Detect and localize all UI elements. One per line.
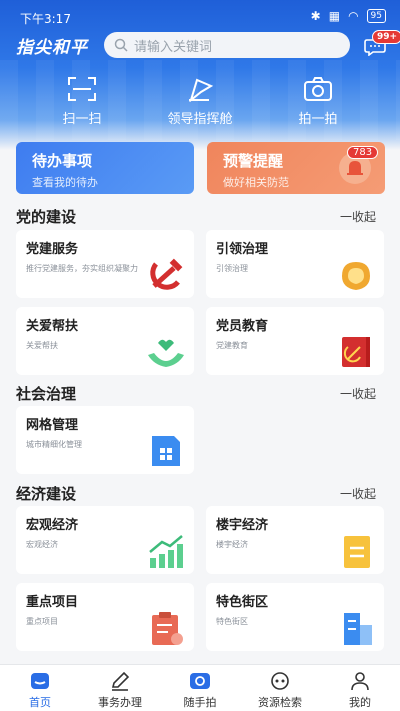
scan-icon xyxy=(68,77,96,101)
tile-title: 引领治理 xyxy=(216,242,269,257)
flag-icon xyxy=(189,78,214,102)
building-icon xyxy=(344,613,372,645)
search-input[interactable]: 请输入关键词 xyxy=(104,32,350,58)
collapse-party-button[interactable]: 一收起 xyxy=(340,208,376,225)
growth-chart-icon xyxy=(149,535,183,568)
user-icon xyxy=(351,672,369,691)
top-bar: 指尖和平 请输入关键词 99+ xyxy=(0,30,400,60)
status-bar: 下午3:17 ✱ ▦ ◠ 95 xyxy=(0,0,400,34)
tile-lead-governance[interactable]: 引领治理 引领治理 xyxy=(206,230,384,298)
collapse-social-button[interactable]: 一收起 xyxy=(340,385,376,402)
document-icon xyxy=(344,536,370,568)
tab-affairs[interactable]: 事务办理 xyxy=(80,671,160,710)
signal-icon: ▦ xyxy=(328,9,341,23)
tab-resource-search[interactable]: 资源检索 xyxy=(240,671,320,710)
tile-member-education[interactable]: 党员教育 党建教育 xyxy=(206,307,384,375)
quick-photo-label: 拍一拍 xyxy=(298,112,338,127)
wifi-icon: ◠ xyxy=(348,9,359,23)
party-book-icon xyxy=(342,337,370,367)
tile-grid-management[interactable]: 网格管理 城市精细化管理 xyxy=(16,406,194,474)
tab-resource-search-label: 资源检索 xyxy=(258,696,302,709)
search-eye-icon xyxy=(271,672,289,690)
todo-title: 待办事项 xyxy=(32,152,93,170)
tile-title: 党建服务 xyxy=(26,242,79,257)
tile-title: 重点项目 xyxy=(26,595,79,610)
tile-title: 特色街区 xyxy=(216,595,269,610)
tile-building-economy[interactable]: 楼宇经济 楼宇经济 xyxy=(206,506,384,574)
message-badge: 99+ xyxy=(372,30,400,44)
warning-badge: 783 xyxy=(347,146,379,159)
tile-care-support[interactable]: 关爱帮扶 关爱帮扶 xyxy=(16,307,194,375)
tab-profile-label: 我的 xyxy=(349,696,371,709)
pen-icon xyxy=(111,671,130,691)
tile-macro-economy[interactable]: 宏观经济 宏观经济 xyxy=(16,506,194,574)
grid-doc-icon xyxy=(152,436,180,466)
tab-home[interactable]: 首页 xyxy=(0,671,80,710)
helmet-icon xyxy=(342,262,370,290)
quick-command[interactable]: 领导指挥舱 xyxy=(145,76,255,127)
todo-subtitle: 查看我的待办 xyxy=(32,176,98,189)
hands-heart-icon xyxy=(148,339,184,367)
quick-photo[interactable]: 拍一拍 xyxy=(263,76,373,127)
tile-title: 宏观经济 xyxy=(26,518,79,533)
app-logo: 指尖和平 xyxy=(16,38,88,58)
search-icon xyxy=(114,38,128,52)
section-title-economy: 经济建设 xyxy=(16,485,77,503)
clipboard-icon xyxy=(152,612,183,645)
tile-title: 网格管理 xyxy=(26,418,79,433)
tab-snapshot[interactable]: 随手拍 xyxy=(160,671,240,710)
section-title-social: 社会治理 xyxy=(16,385,77,403)
tab-affairs-label: 事务办理 xyxy=(98,696,142,709)
quick-scan-label: 扫一扫 xyxy=(62,112,102,127)
quick-scan[interactable]: 扫一扫 xyxy=(27,76,137,127)
tile-key-projects[interactable]: 重点项目 重点项目 xyxy=(16,583,194,651)
tab-profile[interactable]: 我的 xyxy=(320,671,400,710)
tile-title: 楼宇经济 xyxy=(216,518,269,533)
tile-feature-street[interactable]: 特色街区 特色街区 xyxy=(206,583,384,651)
tile-title: 党员教育 xyxy=(216,319,269,334)
home-icon xyxy=(31,673,49,689)
todo-card[interactable]: 待办事项 查看我的待办 xyxy=(16,142,194,194)
section-title-party: 党的建设 xyxy=(16,208,77,226)
search-placeholder: 请输入关键词 xyxy=(134,39,213,55)
camera-icon xyxy=(304,77,332,101)
bluetooth-icon: ✱ xyxy=(310,9,321,23)
status-icons: ✱ ▦ ◠ 95 xyxy=(311,9,386,23)
bottom-tab-bar: 首页 事务办理 随手拍 资源检索 我的 xyxy=(0,664,400,711)
collapse-economy-button[interactable]: 一收起 xyxy=(340,485,376,502)
quick-command-label: 领导指挥舱 xyxy=(167,112,233,127)
status-time: 下午3:17 xyxy=(20,12,71,26)
tile-title: 关爱帮扶 xyxy=(26,319,79,334)
tab-home-label: 首页 xyxy=(29,696,51,709)
tile-party-service[interactable]: 党建服务 推行党建服务，夯实组织凝聚力 xyxy=(16,230,194,298)
tab-snapshot-label: 随手拍 xyxy=(183,696,217,709)
hammer-sickle-icon xyxy=(150,258,183,290)
battery-icon: 95 xyxy=(366,9,386,23)
camera-icon xyxy=(190,673,210,689)
